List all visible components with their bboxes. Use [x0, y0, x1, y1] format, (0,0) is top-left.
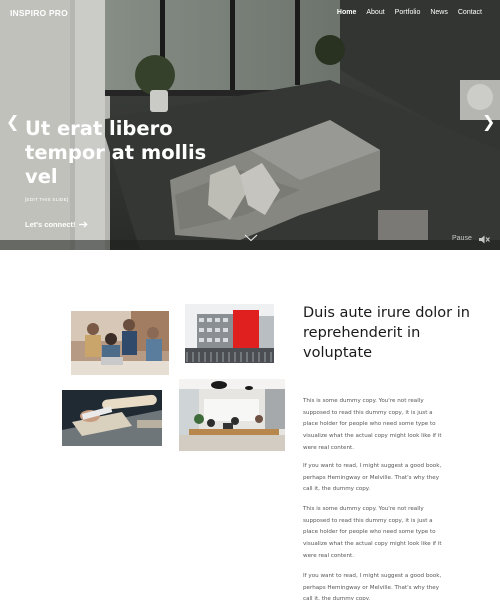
hero-title: Ut erat libero tempor at mollis vel [25, 117, 207, 188]
page: INSPIRO PRO Home About Portfolio News Co… [0, 0, 500, 600]
body-paragraph: If you want to read, I might suggest a g… [303, 463, 442, 493]
nav-item-about[interactable]: About [366, 9, 384, 16]
building-photo [185, 304, 274, 363]
section-heading: Duis aute irure dolor in reprehenderit i… [303, 305, 470, 361]
speaker-muted-icon[interactable] [479, 235, 490, 244]
chevron-down-icon[interactable] [244, 234, 258, 242]
hero-slider: INSPIRO PRO Home About Portfolio News Co… [0, 0, 500, 250]
pause-button[interactable]: Pause [452, 235, 472, 242]
body-paragraph: This is some dummy copy. You're not real… [303, 506, 442, 559]
header: INSPIRO PRO Home About Portfolio News Co… [0, 0, 500, 28]
nav-item-news[interactable]: News [430, 9, 448, 16]
site-logo[interactable]: INSPIRO PRO [10, 8, 68, 18]
nav-item-contact[interactable]: Contact [458, 9, 482, 16]
cta-link[interactable]: Let's connect! [25, 220, 88, 229]
team-meeting-photo [71, 311, 169, 375]
nav-item-home[interactable]: Home [337, 9, 356, 16]
content-section: Duis aute irure dolor in reprehenderit i… [0, 250, 500, 600]
main-nav: Home About Portfolio News Contact [337, 9, 482, 16]
edit-slide-link[interactable]: [EDIT THIS SLIDE] [25, 197, 68, 202]
cta-label: Let's connect! [25, 220, 76, 229]
body-paragraph: This is some dummy copy. You're not real… [303, 398, 442, 451]
arrow-right-icon [78, 221, 88, 228]
chevron-left-icon[interactable]: ❮ [6, 114, 19, 130]
nav-item-portfolio[interactable]: Portfolio [395, 9, 421, 16]
chevron-right-icon[interactable]: ❯ [482, 114, 495, 130]
blueprint-photo [62, 390, 162, 446]
office-photo [179, 379, 285, 451]
body-paragraph: If you want to read, I might suggest a g… [303, 573, 442, 600]
